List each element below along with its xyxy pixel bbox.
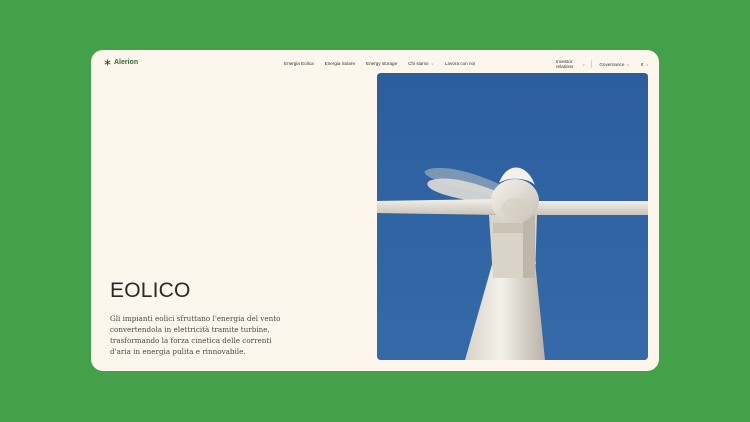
nav-item-label: Energy storage bbox=[366, 61, 398, 66]
nav-item-lavora-con-noi[interactable]: Lavora con noi bbox=[445, 61, 475, 66]
secondary-navigation: Investor relations ⌄ Governance ⌄ It ⌄ bbox=[556, 59, 649, 69]
language-selector[interactable]: It ⌄ bbox=[640, 61, 649, 67]
nav-item-energia-eolica[interactable]: Energia Eolica bbox=[284, 61, 314, 66]
governance-label: Governance bbox=[599, 61, 625, 67]
nav-item-energia-solare[interactable]: Energia Solare bbox=[325, 61, 355, 66]
page-title: EOLICO bbox=[110, 279, 191, 302]
nav-item-chi-siamo[interactable]: Chi siamo ⌄ bbox=[408, 61, 434, 66]
hero-description: Gli impianti eolici sfruttano l'energia … bbox=[110, 314, 281, 356]
alerion-logo-icon bbox=[104, 59, 111, 66]
chevron-down-icon: ⌄ bbox=[430, 60, 434, 66]
wind-turbine-image bbox=[377, 73, 648, 360]
investor-relations-label: Investor relations bbox=[556, 59, 574, 69]
nav-item-label: Lavora con noi bbox=[444, 61, 476, 66]
governance-dropdown[interactable]: Governance ⌄ bbox=[599, 61, 630, 67]
nav-item-label: Energia Solare bbox=[324, 61, 356, 66]
browser-window: Alerion Energia Eolica Energia Solare En… bbox=[91, 50, 659, 371]
nav-item-energy-storage[interactable]: Energy storage bbox=[366, 61, 397, 66]
nav-item-label: Energia Eolica bbox=[284, 61, 314, 66]
chevron-down-icon: ⌄ bbox=[582, 61, 586, 67]
brand-name: Alerion bbox=[114, 59, 139, 66]
investor-relations-dropdown[interactable]: Investor relations ⌄ bbox=[556, 59, 585, 69]
brand-logo[interactable]: Alerion bbox=[104, 59, 138, 66]
chevron-down-icon: ⌄ bbox=[626, 61, 630, 67]
language-label: It bbox=[640, 61, 644, 67]
main-menu: Energia Eolica Energia Solare Energy sto… bbox=[284, 61, 475, 66]
chevron-down-icon: ⌄ bbox=[645, 61, 649, 67]
nav-item-label: Chi siamo bbox=[408, 61, 429, 66]
nav-divider bbox=[591, 60, 593, 68]
